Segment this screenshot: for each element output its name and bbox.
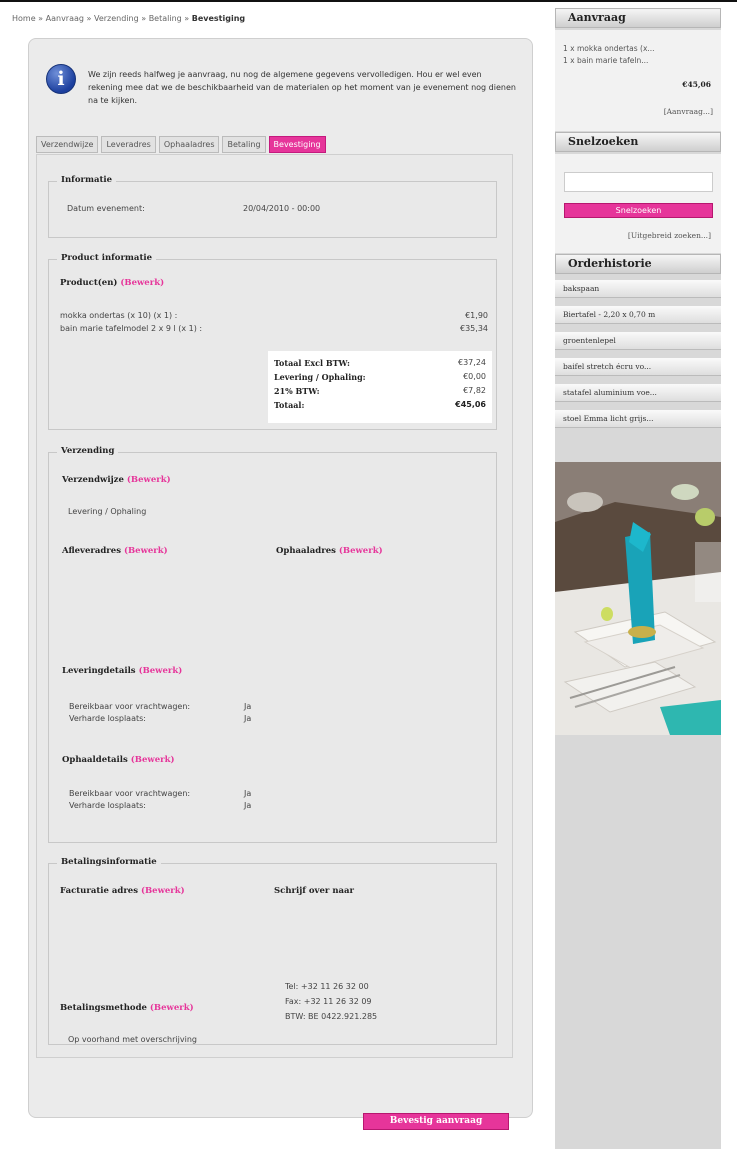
breadcrumb-separator: » — [38, 14, 44, 23]
detail-label: Bereikbaar voor vrachtwagen: — [69, 789, 191, 798]
history-item[interactable]: groentenlepel — [555, 332, 721, 350]
detail-label: Verharde losplaats: — [69, 801, 146, 810]
shipping-method-value: Levering / Ophaling — [68, 507, 147, 516]
detail-value: Ja — [244, 714, 252, 723]
sidebar-heading-orderhistorie: Orderhistorie — [555, 254, 721, 274]
event-date-value: 20/04/2010 - 00:00 — [243, 204, 321, 213]
section-legend: Product informatie — [57, 253, 157, 263]
delivery-address-heading: Afleveradres (Bewerk) — [62, 546, 168, 556]
edit-delivery-details-link[interactable]: (Bewerk) — [139, 666, 183, 676]
detail-value: Ja — [244, 789, 252, 798]
breadcrumb-separator: » — [141, 14, 147, 23]
quick-search-button[interactable]: Snelzoeken — [564, 203, 713, 218]
product-line-price: €1,90 — [465, 311, 488, 320]
contact-phone: Tel: +32 11 26 32 00 — [285, 982, 369, 991]
tab-ophaaladres[interactable]: Ophaaladres — [158, 136, 220, 153]
shipping-method-label: Verzendwijze — [62, 475, 124, 485]
totals-box: Totaal Excl BTW: €37,24 Levering / Ophal… — [268, 351, 492, 423]
history-item[interactable]: statafel aluminium voe... — [555, 384, 721, 402]
product-line-price: €35,34 — [460, 324, 488, 333]
breadcrumb-separator: » — [184, 14, 190, 23]
total-value: €37,24 — [458, 358, 486, 367]
cart-item[interactable]: 1 x bain marie tafeln... — [563, 56, 648, 65]
edit-pickup-details-link[interactable]: (Bewerk) — [131, 755, 175, 765]
breadcrumb: Home » Aanvraag » Verzending » Betaling … — [12, 14, 245, 23]
advanced-search-link[interactable]: [Uitgebreid zoeken...] — [628, 231, 711, 240]
pickup-address-label: Ophaaladres — [276, 546, 336, 556]
pickup-details-heading: Ophaaldetails (Bewerk) — [62, 755, 175, 765]
section-legend: Verzending — [57, 446, 119, 456]
product-line-name: mokka ondertas (x 10) (x 1) : — [60, 311, 178, 320]
section-legend: Betalingsinformatie — [57, 857, 161, 867]
sidebar-heading-aanvraag: Aanvraag — [555, 8, 721, 28]
event-date-label: Datum evenement: — [67, 204, 145, 213]
grand-total-value: €45,06 — [455, 400, 486, 409]
table-setting-photo — [555, 462, 721, 735]
pickup-address-heading: Ophaaladres (Bewerk) — [276, 546, 383, 556]
notice-text: We zijn reeds halfweg je aanvraag, nu no… — [88, 70, 516, 105]
tab-betaling[interactable]: Betaling — [222, 136, 266, 153]
tab-verzendwijze[interactable]: Verzendwijze — [36, 136, 99, 153]
edit-billing-address-link[interactable]: (Bewerk) — [141, 886, 185, 896]
breadcrumb-verzending[interactable]: Verzending — [94, 14, 139, 23]
transfer-to-heading: Schrijf over naar — [274, 886, 355, 896]
billing-address-label: Facturatie adres — [60, 886, 138, 896]
confirm-request-button[interactable]: Bevestig aanvraag — [363, 1113, 509, 1130]
history-item[interactable]: bakspaan — [555, 280, 721, 298]
detail-value: Ja — [244, 801, 252, 810]
delivery-address-label: Afleveradres — [62, 546, 121, 556]
grand-total-label: Totaal: — [274, 400, 305, 410]
breadcrumb-separator: » — [86, 14, 92, 23]
total-value: €0,00 — [463, 372, 486, 381]
total-label: Levering / Ophaling: — [274, 372, 366, 382]
billing-address-heading: Facturatie adres (Bewerk) — [60, 886, 185, 896]
cart-item[interactable]: 1 x mokka ondertas (x... — [563, 44, 655, 53]
history-item[interactable]: baifel stretch écru vo... — [555, 358, 721, 376]
shipping-method-heading: Verzendwijze (Bewerk) — [62, 475, 171, 485]
total-label: Totaal Excl BTW: — [274, 358, 350, 368]
cart-total: €45,06 — [682, 80, 711, 89]
sidebar-heading-snelzoeken: Snelzoeken — [555, 132, 721, 152]
edit-shipping-method-link[interactable]: (Bewerk) — [127, 475, 171, 485]
step-tabs: Verzendwijze Leveradres Ophaaladres Beta… — [36, 136, 326, 153]
section-legend: Informatie — [57, 175, 117, 185]
top-rule — [0, 0, 737, 2]
history-item[interactable]: Biertafel - 2,20 x 0,70 m — [555, 306, 721, 324]
edit-pickup-address-link[interactable]: (Bewerk) — [339, 546, 383, 556]
edit-products-link[interactable]: (Bewerk) — [120, 278, 164, 288]
payment-method-label: Betalingsmethode — [60, 1003, 147, 1013]
detail-label: Verharde losplaats: — [69, 714, 146, 723]
edit-payment-method-link[interactable]: (Bewerk) — [150, 1003, 194, 1013]
tab-bevestiging[interactable]: Bevestiging — [268, 136, 326, 153]
contact-fax: Fax: +32 11 26 32 09 — [285, 997, 372, 1006]
product-line-name: bain marie tafelmodel 2 x 9 l (x 1) : — [60, 324, 203, 333]
pickup-details-label: Ophaaldetails — [62, 755, 128, 765]
history-item[interactable]: stoel Emma licht grijs... — [555, 410, 721, 428]
detail-label: Bereikbaar voor vrachtwagen: — [69, 702, 191, 711]
delivery-details-heading: Leveringdetails (Bewerk) — [62, 666, 182, 676]
payment-method-heading: Betalingsmethode (Bewerk) — [60, 1003, 194, 1013]
edit-delivery-address-link[interactable]: (Bewerk) — [124, 546, 168, 556]
payment-method-value: Op voorhand met overschrijving — [68, 1035, 197, 1044]
breadcrumb-betaling[interactable]: Betaling — [149, 14, 182, 23]
cart-link[interactable]: [Aanvraag...] — [664, 107, 713, 116]
cart-summary: 1 x mokka ondertas (x... 1 x bain marie … — [555, 30, 721, 131]
delivery-details-label: Leveringdetails — [62, 666, 136, 676]
tab-leveradres[interactable]: Leveradres — [101, 136, 156, 153]
breadcrumb-current: Bevestiging — [191, 14, 246, 23]
breadcrumb-aanvraag[interactable]: Aanvraag — [46, 14, 84, 23]
total-value: €7,82 — [463, 386, 486, 395]
info-icon: i — [46, 64, 76, 94]
products-heading: Product(en) (Bewerk) — [60, 278, 164, 288]
breadcrumb-home[interactable]: Home — [12, 14, 36, 23]
products-heading-label: Product(en) — [60, 278, 118, 288]
detail-value: Ja — [244, 702, 252, 711]
total-label: 21% BTW: — [274, 386, 320, 396]
quick-search-input[interactable] — [564, 172, 713, 192]
contact-vat: BTW: BE 0422.921.285 — [285, 1012, 378, 1021]
